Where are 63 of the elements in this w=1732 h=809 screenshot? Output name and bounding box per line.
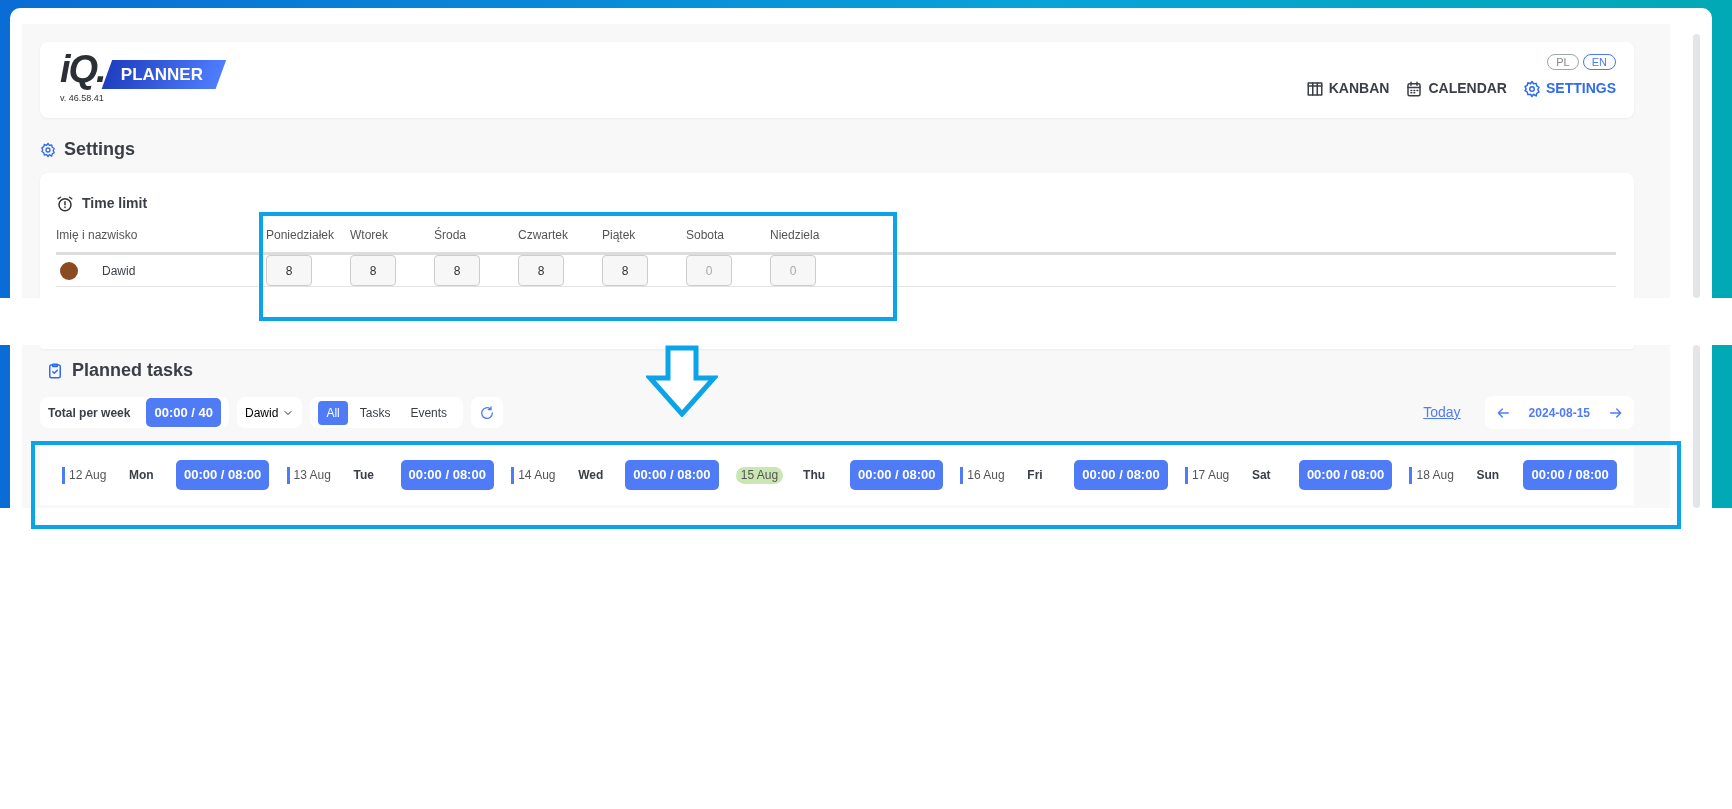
- clipboard-check-icon: [46, 361, 64, 380]
- day-date: 16 Aug: [960, 466, 1028, 484]
- avatar: [60, 261, 78, 280]
- time-badge: 00:00 / 08:00: [850, 460, 944, 490]
- columns-icon: [1305, 79, 1324, 98]
- day-date: 13 Aug: [286, 466, 354, 484]
- hours-input[interactable]: 8: [518, 255, 564, 286]
- time-badge: 00:00 / 08:00: [1523, 460, 1617, 490]
- date-text: 2024-08-15: [1528, 404, 1590, 422]
- user-name: Dawid: [102, 262, 136, 280]
- total-label: Total per week: [48, 404, 131, 422]
- nav-link[interactable]: CALENDAR: [1405, 78, 1507, 99]
- alarm-clock-icon: [56, 194, 74, 213]
- time-badge: 00:00 / 08:00: [400, 460, 494, 490]
- day-name: Sat: [1251, 467, 1272, 484]
- column-header: Czwartek: [518, 228, 568, 242]
- settings-icon: [1523, 79, 1541, 98]
- time-badge: 00:00 / 08:00: [625, 460, 719, 490]
- version-text: v. 46.58.41: [60, 92, 105, 105]
- today-link[interactable]: Today: [1423, 402, 1461, 423]
- time-badge: 00:00 / 08:00: [1298, 460, 1393, 490]
- section-title: Planned tasks: [72, 359, 194, 382]
- user-dropdown[interactable]: Dawid: [237, 397, 303, 428]
- filter-tab[interactable]: Events: [402, 400, 456, 425]
- filter-tab[interactable]: All: [318, 400, 348, 425]
- day-name: Mon: [129, 467, 155, 484]
- hours-input[interactable]: 0: [770, 255, 816, 286]
- section-title: Settings: [64, 138, 135, 161]
- column-header: Sobota: [686, 228, 725, 242]
- card-title: Time limit: [82, 194, 148, 213]
- day-date: 18 Aug: [1409, 466, 1477, 484]
- hours-input[interactable]: 8: [434, 255, 480, 286]
- time-badge: 00:00 / 08:00: [1074, 460, 1168, 490]
- refresh-icon: [479, 404, 496, 421]
- scrollbar-track[interactable]: [1693, 345, 1700, 508]
- nav-link[interactable]: KANBAN: [1305, 78, 1390, 99]
- hours-input[interactable]: 8: [266, 255, 312, 286]
- settings-icon: [40, 141, 56, 158]
- hours-input[interactable]: 8: [350, 255, 396, 286]
- nav-link[interactable]: SETTINGS: [1523, 78, 1616, 99]
- calendar-icon: [1405, 79, 1424, 98]
- day-name: Thu: [803, 467, 827, 484]
- column-header: Niedziela: [770, 228, 820, 242]
- refresh-button[interactable]: [471, 397, 504, 428]
- day-date: 14 Aug: [511, 466, 579, 484]
- day-date: 15 Aug: [735, 466, 784, 484]
- column-header: Piątek: [602, 228, 636, 242]
- day-name: Tue: [353, 467, 376, 484]
- column-header: Imię i nazwisko: [56, 228, 138, 242]
- filter-tab[interactable]: Tasks: [351, 400, 399, 425]
- column-header: Wtorek: [350, 228, 388, 242]
- hours-input[interactable]: 0: [686, 255, 732, 286]
- column-header: Środa: [434, 228, 467, 242]
- column-header: Poniedziałek: [266, 228, 335, 242]
- day-name: Sun: [1476, 467, 1501, 484]
- scrollbar-track[interactable]: [1693, 34, 1700, 298]
- day-date: 12 Aug: [62, 466, 129, 484]
- day-name: Fri: [1027, 467, 1044, 484]
- hours-input[interactable]: 8: [602, 255, 648, 286]
- total-badge: 00:00 / 40: [146, 397, 222, 428]
- time-badge: 00:00 / 08:00: [176, 460, 270, 490]
- day-date: 17 Aug: [1184, 466, 1252, 484]
- day-name: Wed: [578, 467, 605, 484]
